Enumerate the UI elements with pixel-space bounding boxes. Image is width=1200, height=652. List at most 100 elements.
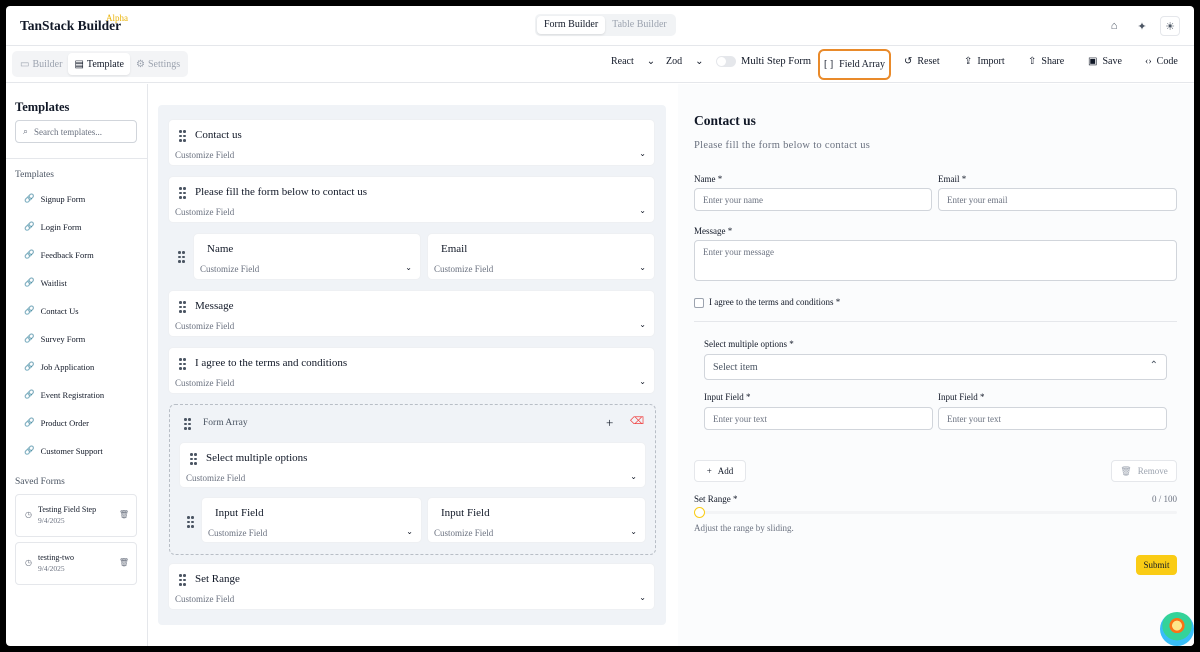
submit-button[interactable]: Submit	[1136, 555, 1177, 575]
template-item[interactable]: 🔗 Customer Support	[24, 445, 103, 456]
chevron-down-icon[interactable]: ⌄	[639, 593, 646, 602]
template-item[interactable]: 🔗 Survey Form	[24, 333, 85, 344]
sun-icon[interactable]: ☀	[1160, 16, 1180, 36]
trash-icon[interactable]: 🗑	[119, 558, 129, 567]
save-icon: ▣	[1088, 56, 1098, 67]
chevron-down-icon[interactable]: ⌄	[406, 527, 413, 536]
field-card[interactable]: Select multiple options Customize Field …	[179, 442, 646, 488]
range-track[interactable]	[698, 511, 1177, 514]
customize-field: Customize Field	[175, 378, 235, 388]
template-item[interactable]: 🔗 Product Order	[24, 417, 89, 428]
field-card[interactable]: Email Customize Field ⌄	[427, 233, 655, 280]
chevron-down-icon[interactable]: ⌄	[639, 149, 646, 158]
saved-form-name: Testing Field Step	[38, 505, 97, 514]
drag-handle-icon[interactable]	[179, 358, 186, 370]
template-label: Feedback Form	[40, 249, 94, 260]
template-label: Job Application	[40, 361, 95, 372]
template-label: Customer Support	[40, 445, 103, 456]
template-item[interactable]: 🔗 Job Application	[24, 361, 94, 372]
chevron-down-icon[interactable]: ⌄	[639, 377, 646, 386]
saved-form-item[interactable]: ◷ testing-two 9/4/2025 🗑	[15, 542, 137, 585]
chevron-down-icon[interactable]: ⌄	[639, 263, 646, 272]
tab-template[interactable]: ▤ Template	[68, 53, 130, 75]
twitter-icon[interactable]: ✦	[1132, 16, 1152, 36]
drag-handle-icon[interactable]	[179, 301, 186, 313]
monitor-icon: ▭	[20, 58, 30, 70]
template-item[interactable]: 🔗 Signup Form	[24, 193, 85, 204]
chevron-down-icon[interactable]: ⌄	[405, 263, 412, 272]
tab-form-builder[interactable]: Form Builder	[537, 16, 606, 34]
template-label: Product Order	[40, 417, 89, 428]
github-icon[interactable]: ⌂	[1104, 16, 1124, 36]
multi-step-toggle[interactable]: Multi Step Form	[716, 56, 811, 67]
drag-handle-icon[interactable]	[190, 453, 197, 465]
code-button[interactable]: ‹› Code	[1145, 56, 1178, 67]
reset-button[interactable]: ↺ Reset	[904, 56, 940, 67]
field-array-button[interactable]: [ ] Field Array	[818, 49, 891, 80]
drag-handle-icon[interactable]	[179, 574, 186, 586]
drag-handle-icon[interactable]	[187, 516, 194, 528]
tab-settings[interactable]: ⚙ Settings	[130, 53, 186, 75]
framework-select[interactable]: React ⌄	[611, 56, 655, 67]
email-label: Email *	[938, 174, 967, 184]
chevron-down-icon[interactable]: ⌄	[630, 472, 637, 481]
form-array-label: Form Array	[203, 418, 248, 428]
field-card[interactable]: Please fill the form below to contact us…	[168, 176, 655, 223]
remove-button[interactable]: 🗑 Remove	[1111, 460, 1177, 482]
input-field[interactable]: Enter your text	[704, 407, 933, 430]
search-placeholder: Search templates...	[34, 126, 103, 137]
field-card[interactable]: Set Range Customize Field ⌄	[168, 563, 655, 610]
field-card[interactable]: Message Customize Field ⌄	[168, 290, 655, 337]
chevron-down-icon[interactable]: ⌄	[639, 320, 646, 329]
search-input[interactable]: ⌕ Search templates...	[15, 120, 137, 143]
saved-form-date: 9/4/2025	[38, 564, 65, 573]
message-field[interactable]: Enter your message	[694, 240, 1177, 281]
save-button[interactable]: ▣ Save	[1088, 56, 1122, 67]
add-button[interactable]: + Add	[694, 460, 746, 482]
template-item[interactable]: 🔗 Login Form	[24, 221, 81, 232]
drag-handle-icon[interactable]	[179, 187, 186, 199]
template-item[interactable]: 🔗 Event Registration	[24, 389, 104, 400]
field-card[interactable]: Name Customize Field ⌄	[193, 233, 421, 280]
validator-select[interactable]: Zod ⌄	[666, 56, 704, 67]
tab-builder[interactable]: ▭ Builder	[14, 53, 68, 75]
input-field[interactable]: Enter your text	[938, 407, 1167, 430]
template-item[interactable]: 🔗 Contact Us	[24, 305, 79, 316]
field-card[interactable]: Input Field Customize Field ⌄	[427, 497, 646, 543]
email-field[interactable]: Enter your email	[938, 188, 1177, 211]
tab-template-label: Template	[86, 58, 124, 70]
saved-form-item[interactable]: ◷ Testing Field Step 9/4/2025 🗑	[15, 494, 137, 537]
chevron-down-icon[interactable]: ⌄	[630, 527, 637, 536]
range-thumb[interactable]	[694, 507, 705, 518]
divider	[694, 321, 1177, 322]
drag-handle-icon[interactable]	[179, 130, 186, 142]
drag-handle-icon[interactable]	[178, 251, 185, 263]
brand-logo[interactable]: TanStack Builder Alpha	[20, 13, 128, 34]
template-label: Event Registration	[40, 389, 105, 400]
field-card[interactable]: Contact us Customize Field ⌄	[168, 119, 655, 166]
template-item[interactable]: 🔗 Feedback Form	[24, 249, 94, 260]
trash-icon[interactable]: 🗑	[119, 510, 129, 519]
clock-icon: ◷	[25, 510, 32, 519]
tab-table-builder[interactable]: Table Builder	[605, 16, 674, 34]
link-icon: 🔗	[24, 361, 35, 371]
toggle-switch[interactable]	[716, 56, 736, 67]
field-card[interactable]: Input Field Customize Field ⌄	[201, 497, 422, 543]
preview-subtitle: Please fill the form below to contact us	[694, 140, 871, 151]
form-array-container: Form Array + ⌫ Select multiple options C…	[169, 404, 656, 555]
template-item[interactable]: 🔗 Waitlist	[24, 277, 67, 288]
field-array-label: Field Array	[839, 59, 885, 70]
chevron-down-icon[interactable]: ⌄	[639, 206, 646, 215]
reset-label: Reset	[917, 56, 940, 67]
plus-icon[interactable]: +	[606, 415, 613, 431]
import-button[interactable]: ⇪ Import	[964, 56, 1005, 67]
field-card[interactable]: I agree to the terms and conditions Cust…	[168, 347, 655, 394]
delete-icon[interactable]: ⌫	[630, 416, 644, 427]
share-button[interactable]: ⇧ Share	[1028, 56, 1064, 67]
save-label: Save	[1102, 56, 1122, 67]
name-field[interactable]: Enter your name	[694, 188, 932, 211]
select-dropdown[interactable]: Select item ⌃	[704, 354, 1167, 380]
drag-handle-icon[interactable]	[184, 418, 191, 430]
link-icon: 🔗	[24, 249, 35, 259]
terms-checkbox[interactable]	[694, 298, 704, 308]
